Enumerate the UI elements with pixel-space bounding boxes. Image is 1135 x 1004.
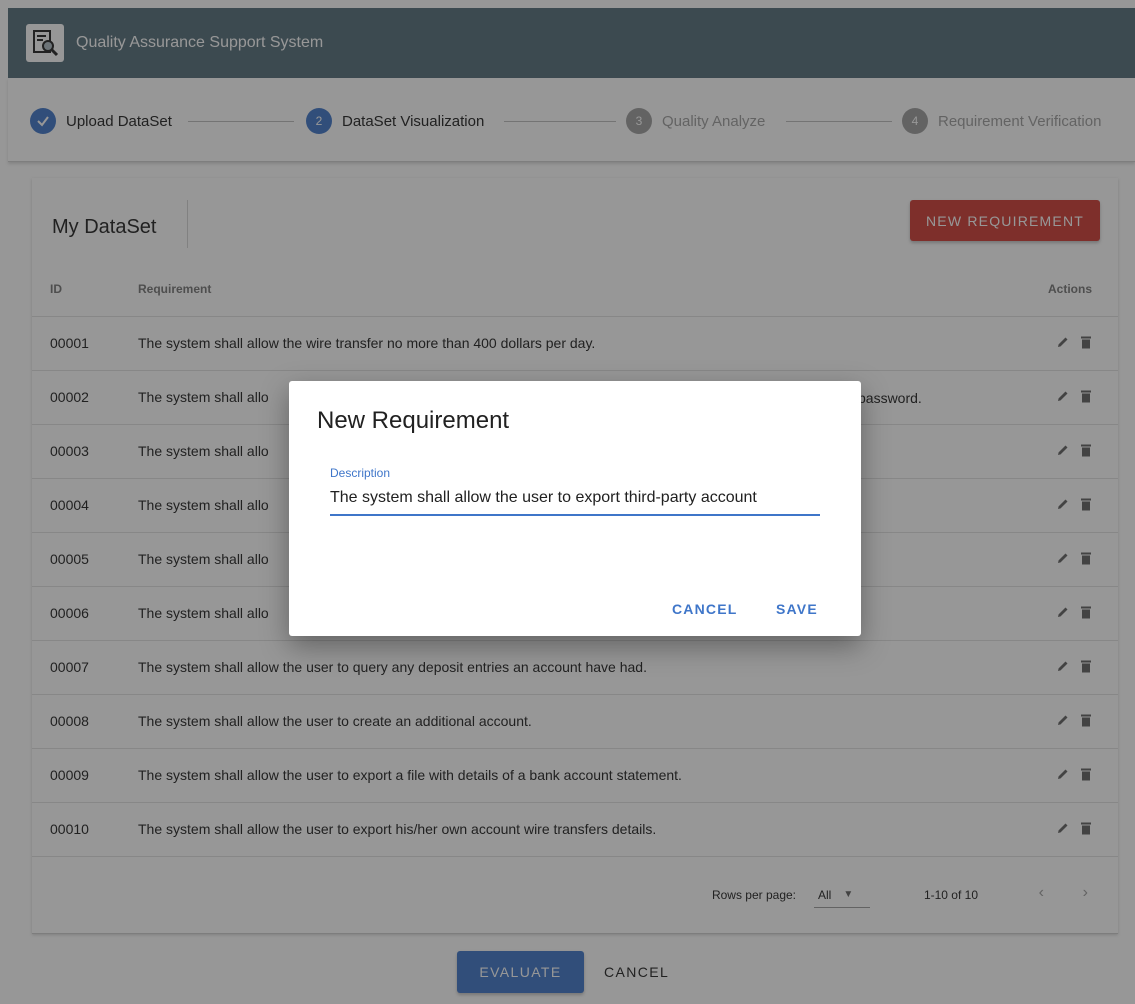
description-input[interactable]: [330, 482, 820, 516]
dialog-cancel-button[interactable]: CANCEL: [672, 591, 738, 627]
dialog-title: New Requirement: [317, 407, 510, 434]
dialog-save-button[interactable]: SAVE: [776, 591, 818, 627]
description-label: Description: [330, 466, 391, 480]
new-requirement-dialog: New Requirement Description CANCEL SAVE: [289, 381, 861, 636]
